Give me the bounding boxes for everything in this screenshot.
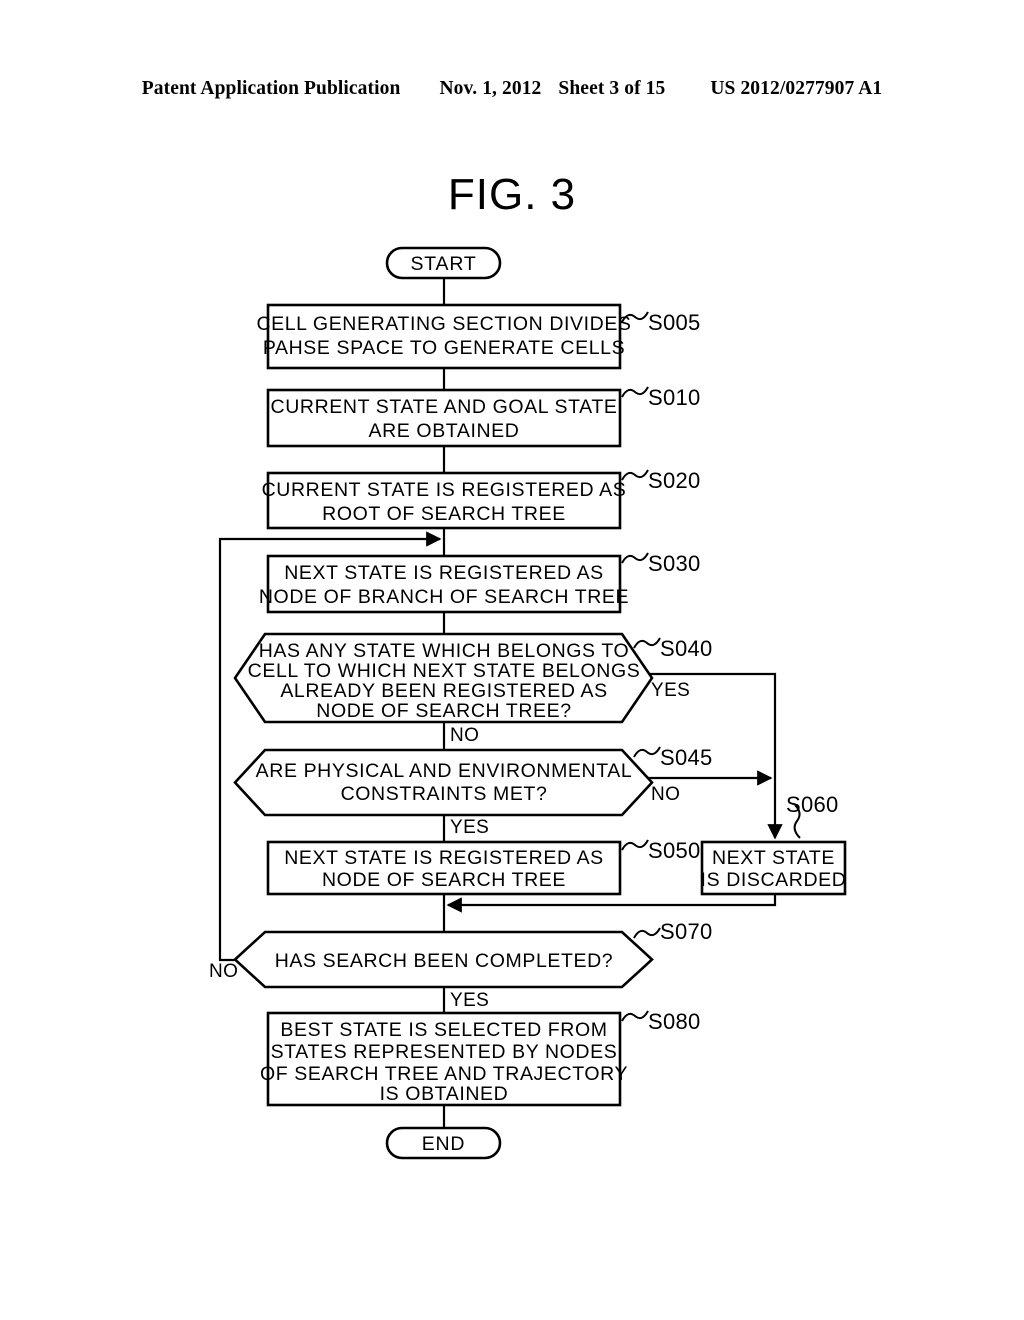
node-s030: NEXT STATE IS REGISTERED AS NODE OF BRAN… <box>259 551 701 614</box>
patent-page: Patent Application Publication Nov. 1, 2… <box>0 0 1024 1320</box>
s030-step-label: S030 <box>648 551 701 576</box>
s020-step-label: S020 <box>648 468 701 493</box>
node-s005: CELL GENERATING SECTION DIVIDES PAHSE SP… <box>256 303 701 370</box>
s080-step-label: S080 <box>648 1009 701 1034</box>
s030-line-2: NODE OF BRANCH OF SEARCH TREE <box>259 586 629 608</box>
node-s060: NEXT STATE IS DISCARDED S060 <box>701 792 847 896</box>
s005-line-2: PAHSE SPACE TO GENERATE CELLS <box>263 337 625 359</box>
s010-step-label: S010 <box>648 385 701 410</box>
s070-leader-squiggle <box>633 927 661 939</box>
s020-line-1: CURRENT STATE IS REGISTERED AS <box>262 479 627 501</box>
s010-line-2: ARE OBTAINED <box>369 420 520 442</box>
s060-line-1: NEXT STATE <box>712 847 835 869</box>
s045-leader-squiggle <box>633 746 661 758</box>
s050-line-2: NODE OF SEARCH TREE <box>322 869 566 891</box>
node-end: END <box>385 1126 502 1160</box>
s045-step-label: S045 <box>660 745 713 770</box>
s040-line-4: NODE OF SEARCH TREE? <box>316 700 571 722</box>
end-terminal-label: END <box>422 1133 466 1155</box>
s040-line-1: HAS ANY STATE WHICH BELONGS TO <box>259 640 630 662</box>
node-s050: NEXT STATE IS REGISTERED AS NODE OF SEAR… <box>266 838 701 896</box>
s070-no-branch-label: NO <box>209 961 238 982</box>
start-terminal-label: START <box>410 253 476 275</box>
s050-step-label: S050 <box>648 838 701 863</box>
s070-yes-branch-label: YES <box>450 990 489 1011</box>
s045-yes-branch-label: YES <box>450 817 489 838</box>
s040-yes-branch-label: YES <box>651 680 690 701</box>
s080-leader-squiggle <box>621 1010 649 1022</box>
s080-line-4: IS OBTAINED <box>380 1083 509 1105</box>
node-s010: CURRENT STATE AND GOAL STATE ARE OBTAINE… <box>266 385 701 448</box>
flowchart-diagram: START CELL GENERATING SECTION DIVIDES PA… <box>209 246 847 1160</box>
s050-line-1: NEXT STATE IS REGISTERED AS <box>284 847 604 869</box>
s045-line-2: CONSTRAINTS MET? <box>341 783 548 805</box>
s050-leader-squiggle <box>621 839 649 851</box>
s070-step-label: S070 <box>660 919 713 944</box>
node-s020: CURRENT STATE IS REGISTERED AS ROOT OF S… <box>262 468 701 530</box>
s005-line-1: CELL GENERATING SECTION DIVIDES <box>256 313 631 335</box>
node-s070: HAS SEARCH BEEN COMPLETED? S070 NO YES <box>209 919 713 1011</box>
s020-line-2: ROOT OF SEARCH TREE <box>322 503 566 525</box>
s040-leader-squiggle <box>633 637 661 649</box>
s045-line-1: ARE PHYSICAL AND ENVIRONMENTAL <box>256 760 633 782</box>
s045-no-branch-label: NO <box>651 784 680 805</box>
s030-line-1: NEXT STATE IS REGISTERED AS <box>284 562 604 584</box>
node-s045: ARE PHYSICAL AND ENVIRONMENTAL CONSTRAIN… <box>233 745 713 838</box>
s040-line-2: CELL TO WHICH NEXT STATE BELONGS <box>248 660 641 682</box>
s010-leader-squiggle <box>621 386 649 398</box>
s080-line-2: STATES REPRESENTED BY NODES <box>271 1041 618 1063</box>
s080-line-1: BEST STATE IS SELECTED FROM <box>280 1019 607 1041</box>
node-s040: HAS ANY STATE WHICH BELONGS TO CELL TO W… <box>233 632 713 746</box>
s040-step-label: S040 <box>660 636 713 661</box>
s030-leader-squiggle <box>621 552 649 564</box>
s060-line-2: IS DISCARDED <box>701 869 847 891</box>
connector-s060-to-merge <box>446 894 777 913</box>
s040-no-branch-label: NO <box>450 725 479 746</box>
s080-line-3: OF SEARCH TREE AND TRAJECTORY <box>260 1063 628 1085</box>
s040-line-3: ALREADY BEEN REGISTERED AS <box>280 680 607 702</box>
node-s080: BEST STATE IS SELECTED FROM STATES REPRE… <box>260 1009 701 1107</box>
s070-line-1: HAS SEARCH BEEN COMPLETED? <box>275 950 614 972</box>
s005-step-label: S005 <box>648 310 701 335</box>
node-start: START <box>385 246 502 280</box>
s060-step-label: S060 <box>786 792 839 817</box>
s010-line-1: CURRENT STATE AND GOAL STATE <box>271 396 618 418</box>
